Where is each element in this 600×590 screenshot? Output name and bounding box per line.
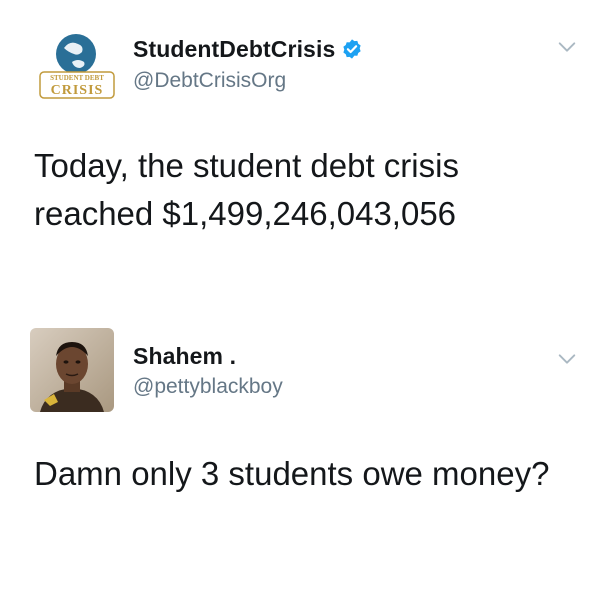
profile-photo-icon	[30, 328, 114, 412]
chevron-down-icon[interactable]	[556, 36, 578, 58]
display-name-text[interactable]: StudentDebtCrisis	[133, 36, 335, 62]
chevron-down-icon[interactable]	[556, 348, 578, 370]
tweet-text: Damn only 3 students owe money?	[34, 450, 574, 498]
user-handle[interactable]: @pettyblackboy	[133, 375, 283, 399]
logo-text: CRISIS	[51, 83, 104, 98]
tweet-text-line: reached $1,499,246,043,056	[34, 195, 457, 232]
display-name[interactable]: StudentDebtCrisis	[133, 36, 363, 63]
display-name[interactable]: Shahem .	[133, 343, 236, 370]
tweet-text-line: Damn only 3 students owe money?	[34, 455, 550, 492]
logo-subtext: STUDENT DEBT	[50, 74, 104, 82]
verified-badge-icon	[343, 39, 361, 59]
tweet-text-line: Today, the student debt crisis	[34, 147, 459, 184]
tweet-text: Today, the student debt crisis reached $…	[34, 142, 574, 238]
avatar[interactable]	[30, 328, 114, 412]
user-handle[interactable]: @DebtCrisisOrg	[133, 69, 286, 93]
student-debt-crisis-logo-icon: STUDENT DEBT CRISIS	[36, 28, 120, 112]
avatar[interactable]: STUDENT DEBT CRISIS	[36, 28, 120, 112]
tweet-card: STUDENT DEBT CRISIS StudentDebtCrisis @D…	[0, 0, 600, 300]
tweet-card: Shahem . @pettyblackboy Damn only 3 stud…	[0, 300, 600, 590]
